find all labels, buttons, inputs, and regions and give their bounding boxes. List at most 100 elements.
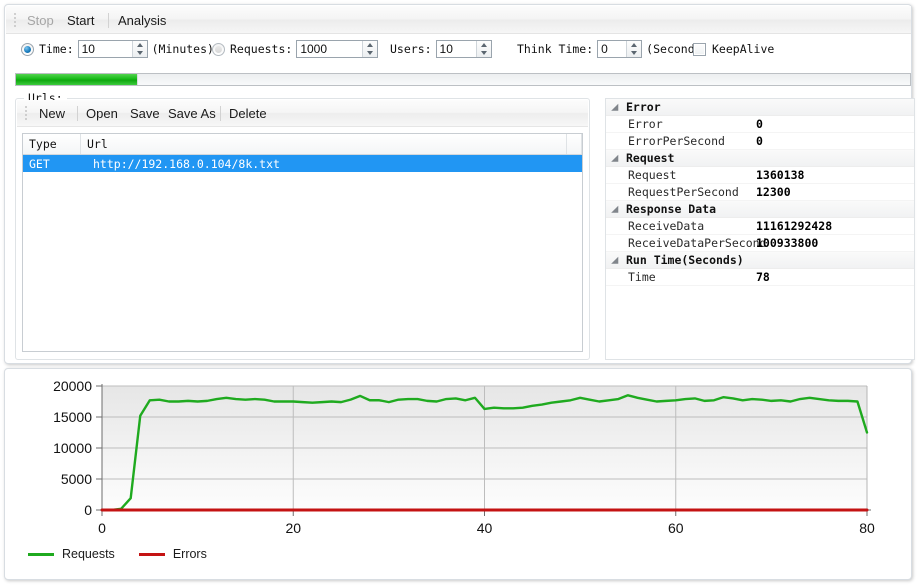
svg-text:10000: 10000 xyxy=(53,440,92,456)
think-time-label: Think Time: xyxy=(517,42,594,56)
open-button[interactable]: Open xyxy=(81,104,123,123)
stop-button[interactable]: Stop xyxy=(22,11,59,30)
time-spinner-down-icon[interactable] xyxy=(133,49,147,57)
statistics-panel: Error Error 0 ErrorPerSecond 0 Request R… xyxy=(605,98,915,360)
svg-text:0: 0 xyxy=(98,520,106,536)
stat-request: Request 1360138 xyxy=(606,167,914,184)
stat-error: Error 0 xyxy=(606,116,914,133)
stat-label: Error xyxy=(628,117,663,131)
time-label: Time: xyxy=(39,42,74,56)
requests-spinner-up-icon[interactable] xyxy=(363,41,377,49)
stats-group-label: Error xyxy=(626,100,661,114)
application-window: Stop Start Analysis Time: 10 (Minutes) R… xyxy=(0,0,920,587)
requests-radio[interactable] xyxy=(212,42,225,56)
legend-swatch xyxy=(138,552,165,556)
time-spinner-up-icon[interactable] xyxy=(133,41,147,49)
think-time-group: Think Time: 0 (Seconds) xyxy=(517,34,708,64)
svg-text:15000: 15000 xyxy=(53,409,92,425)
stat-value: 11161292428 xyxy=(756,219,833,233)
users-spinner-down-icon[interactable] xyxy=(477,49,491,57)
legend-swatch xyxy=(28,552,54,556)
time-input[interactable]: 10 xyxy=(79,42,95,56)
stat-label: ReceiveDataPerSecond xyxy=(628,236,767,250)
requests-spinner-arrows[interactable] xyxy=(362,41,378,57)
column-header-filler xyxy=(567,134,582,154)
think-time-spinner-up-icon[interactable] xyxy=(627,41,641,49)
stat-value: 0 xyxy=(756,134,763,148)
expander-icon[interactable] xyxy=(612,101,624,113)
stats-group-response-data[interactable]: Response Data xyxy=(606,201,914,218)
stats-group-error[interactable]: Error xyxy=(606,99,914,116)
users-spinner-up-icon[interactable] xyxy=(477,41,491,49)
stat-receive-data-per-second: ReceiveDataPerSecond 100933800 xyxy=(606,235,914,252)
urls-toolbar: New Open Save Save As Delete xyxy=(17,100,588,127)
stats-group-label: Request xyxy=(626,151,675,165)
time-unit-label: (Minutes) xyxy=(151,42,214,56)
think-time-spinner-down-icon[interactable] xyxy=(627,49,641,57)
table-row[interactable]: GET http://192.168.0.104/8k.txt xyxy=(23,155,582,172)
stats-group-label: Run Time(Seconds) xyxy=(626,253,744,267)
urls-grid[interactable]: Type Url GET http://192.168.0.104/8k.txt xyxy=(22,133,583,352)
cell-url: http://192.168.0.104/8k.txt xyxy=(93,157,280,171)
legend-label: Errors xyxy=(172,547,207,561)
progress-bar-fill xyxy=(16,74,138,85)
stat-value: 100933800 xyxy=(756,236,819,250)
think-time-spinner-arrows[interactable] xyxy=(626,41,642,57)
stat-label: ReceiveData xyxy=(628,219,705,233)
time-radio[interactable] xyxy=(21,42,34,56)
expander-icon[interactable] xyxy=(612,203,624,215)
save-button[interactable]: Save xyxy=(125,104,165,123)
requests-spinner-down-icon[interactable] xyxy=(363,49,377,57)
stat-value: 0 xyxy=(756,117,763,131)
urls-grid-header: Type Url xyxy=(23,134,582,155)
time-spinner[interactable]: 10 xyxy=(77,40,148,58)
stats-group-request[interactable]: Request xyxy=(606,150,914,167)
delete-button[interactable]: Delete xyxy=(224,104,272,123)
time-option-group: Time: 10 (Minutes) xyxy=(21,34,214,64)
stat-request-per-second: RequestPerSecond 12300 xyxy=(606,184,914,201)
expander-icon[interactable] xyxy=(612,152,624,164)
legend-item-errors[interactable]: Errors xyxy=(138,547,207,561)
column-header-type[interactable]: Type xyxy=(23,134,81,154)
requests-label: Requests: xyxy=(230,42,293,56)
start-button[interactable]: Start xyxy=(62,11,99,30)
legend-item-requests[interactable]: Requests xyxy=(28,547,115,561)
users-spinner[interactable]: 10 xyxy=(435,40,492,58)
new-button[interactable]: New xyxy=(34,104,70,123)
stat-label: Request xyxy=(628,168,677,182)
parameters-bar: Time: 10 (Minutes) Requests: 1000 Users:… xyxy=(5,34,911,64)
requests-input[interactable]: 1000 xyxy=(297,42,327,56)
column-header-url[interactable]: Url xyxy=(81,134,567,154)
stat-time: Time 78 xyxy=(606,269,914,286)
requests-spinner[interactable]: 1000 xyxy=(296,40,379,58)
svg-text:0: 0 xyxy=(84,502,92,518)
svg-text:40: 40 xyxy=(477,520,493,536)
users-option-group: Users: 10 xyxy=(390,34,492,64)
cell-type: GET xyxy=(29,157,50,171)
think-time-spinner[interactable]: 0 xyxy=(597,40,643,58)
requests-option-group: Requests: 1000 xyxy=(212,34,379,64)
progress-bar xyxy=(15,73,911,86)
urls-toolbar-grip-icon xyxy=(25,106,28,120)
svg-text:60: 60 xyxy=(668,520,684,536)
think-time-input[interactable]: 0 xyxy=(598,42,608,56)
time-spinner-arrows[interactable] xyxy=(131,41,147,57)
svg-text:20: 20 xyxy=(285,520,301,536)
stats-group-label: Response Data xyxy=(626,202,717,216)
stat-receive-data: ReceiveData 11161292428 xyxy=(606,218,914,235)
stat-value: 12300 xyxy=(756,185,791,199)
keepalive-group[interactable]: KeepAlive xyxy=(693,34,774,64)
expander-icon[interactable] xyxy=(612,254,624,266)
stat-value: 1360138 xyxy=(756,168,805,182)
save-as-button[interactable]: Save As xyxy=(163,104,221,123)
users-input[interactable]: 10 xyxy=(437,42,453,56)
main-toolbar: Stop Start Analysis xyxy=(6,6,911,34)
svg-text:80: 80 xyxy=(859,520,875,536)
toolbar-grip-icon xyxy=(14,13,17,27)
users-spinner-arrows[interactable] xyxy=(475,41,491,57)
stats-group-run-time[interactable]: Run Time(Seconds) xyxy=(606,252,914,269)
users-label: Users: xyxy=(390,42,432,56)
stat-value: 78 xyxy=(756,270,770,284)
keepalive-checkbox[interactable] xyxy=(693,42,706,56)
analysis-button[interactable]: Analysis xyxy=(113,11,171,30)
